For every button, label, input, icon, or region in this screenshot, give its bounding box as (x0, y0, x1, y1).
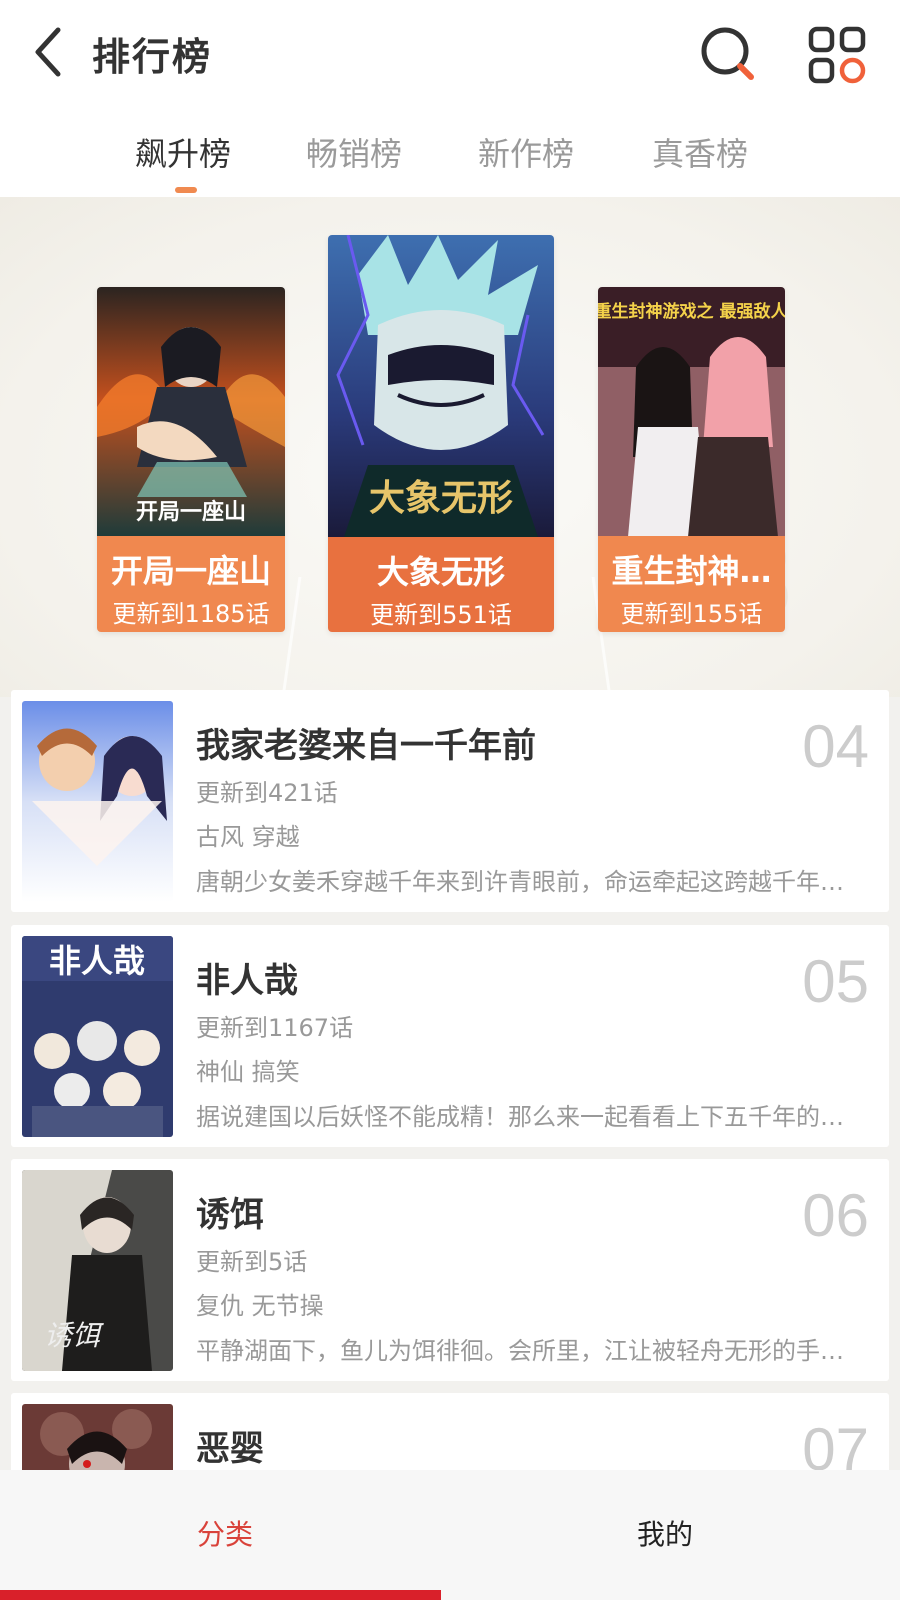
cover-title-art: 开局一座山 (136, 499, 246, 525)
tab-rising[interactable]: 飙升榜 (135, 129, 231, 175)
comic-cover-image: 重生封神游戏之 最强敌人 (598, 287, 785, 537)
cover-title-art: 重生封神游戏之 最强敌人 (598, 301, 785, 322)
top-app-bar: 排行榜 (0, 0, 900, 105)
list-item[interactable]: 诱饵 诱饵 更新到5话 复仇 无节操 平静湖面下，鱼儿为饵徘徊。会所里，江让被轻… (11, 1159, 889, 1381)
podium-info-bar: 重生封神… 更新到155话 (598, 536, 785, 632)
podium-card-rank-1[interactable]: 大象无形 大象无形 更新到551话 (328, 235, 554, 632)
list-item-update: 更新到1167话 (196, 1014, 354, 1042)
podium-update: 更新到155话 (620, 600, 763, 628)
podium-title: 开局一座山 (110, 552, 271, 590)
list-item[interactable]: 非人哉 非人哉 更新到1167话 神仙 搞笑 据说建国以后妖怪不能成精！那么来一… (11, 925, 889, 1147)
list-item-rank: 04 (802, 713, 869, 780)
grid-menu-button[interactable] (808, 26, 866, 84)
podium-card-rank-3[interactable]: 重生封神游戏之 最强敌人 重生封神… 更新到155话 (598, 287, 785, 632)
list-item-title: 非人哉 (196, 961, 298, 1001)
tab-bestselling[interactable]: 畅销榜 (306, 129, 402, 175)
top-three-podium: 2 3 开局一座山 开局一座山 更新到1185话 (0, 197, 900, 697)
list-item-description: 据说建国以后妖怪不能成精！那么来一起看看上下五千年的神仙妖怪们 (196, 1103, 861, 1131)
list-item-rank: 05 (802, 948, 869, 1015)
comic-cover-image: 开局一座山 (97, 287, 285, 537)
list-item-tags: 神仙 搞笑 (196, 1058, 300, 1086)
list-item-title: 恶婴 (196, 1429, 264, 1469)
list-item-description: 唐朝少女姜禾穿越千年来到许青眼前，命运牵起这跨越千年的缘分 (196, 868, 861, 896)
active-tab-indicator (175, 187, 197, 193)
comic-cover-image (22, 701, 173, 902)
cover-title-art: 诱饵 (44, 1319, 104, 1352)
nav-mine[interactable]: 我的 (440, 1470, 890, 1595)
search-button[interactable] (700, 26, 758, 84)
podium-info-bar: 大象无形 更新到551话 (328, 537, 554, 632)
search-icon (701, 27, 754, 80)
podium-title: 大象无形 (376, 553, 505, 591)
list-item-tags: 古风 穿越 (196, 823, 300, 851)
list-item-tags: 复仇 无节操 (196, 1292, 324, 1320)
podium-update: 更新到551话 (370, 601, 512, 629)
tab-popular[interactable]: 真香榜 (652, 129, 748, 175)
list-item-description: 平静湖面下，鱼儿为饵徘徊。会所里，江让被轻舟无形的手推入漩涡 (196, 1337, 861, 1365)
list-item[interactable]: 我家老婆来自一千年前 更新到421话 古风 穿越 唐朝少女姜禾穿越千年来到许青眼… (11, 690, 889, 912)
podium-update: 更新到1185话 (112, 600, 270, 628)
ranking-tabs: 飙升榜 畅销榜 新作榜 真香榜 (0, 105, 900, 197)
tab-new[interactable]: 新作榜 (478, 129, 574, 175)
cover-title-art: 非人哉 (49, 942, 145, 980)
comic-cover-image: 大象无形 (328, 235, 554, 537)
page-title: 排行榜 (92, 35, 213, 79)
bottom-navigation: 分类 我的 (0, 1470, 900, 1600)
list-item-rank: 06 (802, 1182, 869, 1249)
comic-cover-image: 诱饵 (22, 1170, 173, 1371)
comic-cover-image: 非人哉 (22, 936, 173, 1137)
podium-info-bar: 开局一座山 更新到1185话 (97, 536, 285, 632)
active-nav-indicator (0, 1590, 441, 1600)
podium-card-rank-2[interactable]: 开局一座山 开局一座山 更新到1185话 (97, 287, 285, 632)
back-arrow-icon (35, 27, 61, 77)
list-item-update: 更新到421话 (196, 779, 338, 807)
list-item-update: 更新到5话 (196, 1248, 308, 1276)
cover-title-art: 大象无形 (369, 477, 513, 519)
list-item-title: 我家老婆来自一千年前 (196, 726, 536, 766)
back-button[interactable] (22, 22, 72, 82)
podium-title: 重生封神… (611, 552, 772, 590)
list-item-title: 诱饵 (196, 1195, 264, 1235)
grid-icon (808, 26, 866, 84)
nav-category[interactable]: 分类 (0, 1470, 450, 1595)
